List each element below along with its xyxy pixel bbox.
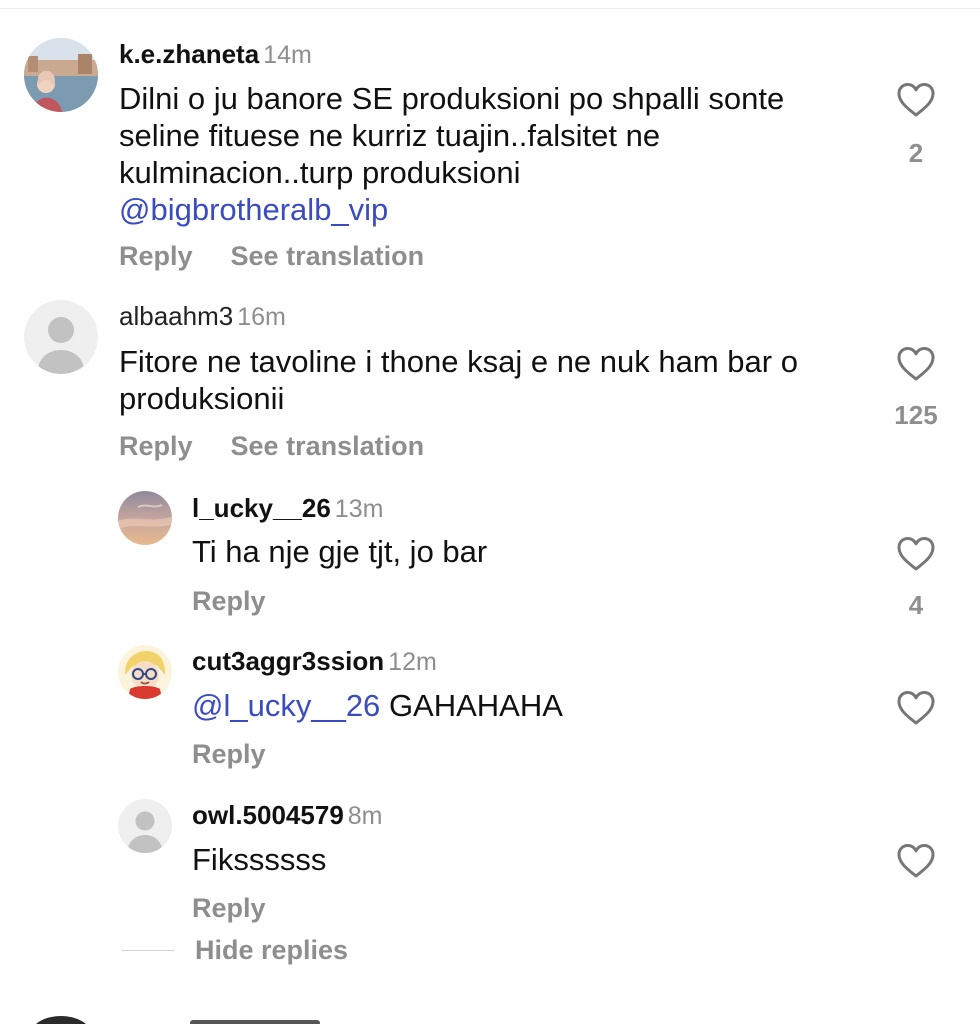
heart-outline-icon	[897, 844, 935, 878]
hide-replies-button[interactable]: Hide replies	[195, 934, 348, 966]
avatar-cartoon-character	[118, 645, 172, 699]
reply-button[interactable]: Reply	[119, 241, 193, 271]
heart-outline-icon	[897, 347, 935, 381]
comment-body: GAHAHAHA	[388, 688, 563, 723]
avatar[interactable]	[118, 491, 172, 545]
username[interactable]: owl.5004579	[192, 800, 344, 830]
timestamp: 12m	[388, 648, 437, 676]
reply-button[interactable]: Reply	[192, 739, 266, 769]
timestamp: 8m	[347, 802, 383, 830]
comment-actions: Reply	[192, 738, 266, 770]
top-divider	[0, 8, 980, 9]
avatar[interactable]	[118, 645, 172, 699]
like-button[interactable]	[896, 346, 936, 382]
reply-button[interactable]: Reply	[192, 893, 266, 923]
comment-meta: cut3aggr3ssion 12m	[192, 645, 437, 678]
comment-meta: owl.5004579 8m	[192, 799, 383, 832]
like-button[interactable]	[896, 843, 936, 879]
mention-link[interactable]: @bigbrotheralb_vip	[119, 191, 859, 228]
username[interactable]: k.e.zhaneta	[119, 39, 259, 69]
timestamp: 13m	[334, 495, 384, 523]
comment-actions: Reply	[192, 892, 266, 924]
username[interactable]: l_ucky__26	[192, 493, 331, 523]
like-button[interactable]	[896, 690, 936, 726]
like-count: 4	[908, 590, 924, 620]
default-avatar-icon	[118, 799, 172, 853]
comment-meta: albaahm3 16m	[119, 300, 286, 333]
avatar[interactable]	[24, 300, 98, 374]
next-comment-partial	[0, 1010, 980, 1024]
avatar-photo-sunset	[118, 491, 172, 545]
comment-actions: Reply See translation	[119, 240, 424, 272]
partial-avatar-and-text	[36, 1016, 320, 1024]
comment-text: Dilni o ju banore SE produksioni po shpa…	[119, 80, 859, 228]
timestamp: 16m	[237, 303, 286, 331]
comment-body: Fikssssss	[192, 842, 327, 877]
username[interactable]: albaahm3	[119, 301, 233, 331]
default-avatar-icon	[24, 300, 98, 374]
hide-replies-divider	[122, 950, 174, 951]
comment-body: Fitore ne tavoline i thone ksaj e ne nuk…	[119, 344, 798, 416]
comment-text: @l_ucky__26 GAHAHAHA	[192, 687, 852, 724]
heart-outline-icon	[897, 691, 935, 725]
like-count: 125	[894, 400, 938, 430]
comment-meta: k.e.zhaneta 14m	[119, 38, 312, 71]
mention-link[interactable]: @l_ucky__26	[192, 688, 380, 723]
reply-button[interactable]: Reply	[192, 586, 266, 616]
reply-button[interactable]: Reply	[119, 431, 193, 461]
see-translation-button[interactable]: See translation	[231, 241, 425, 271]
comment-body: Ti ha nje gje tjt, jo bar	[192, 534, 488, 569]
like-count: 2	[908, 138, 924, 168]
avatar[interactable]	[118, 799, 172, 853]
heart-outline-icon	[897, 537, 935, 571]
comment-actions: Reply See translation	[119, 430, 424, 462]
heart-outline-icon	[897, 83, 935, 117]
avatar[interactable]	[24, 38, 98, 112]
username[interactable]: cut3aggr3ssion	[192, 646, 384, 676]
like-button[interactable]	[896, 82, 936, 118]
like-button[interactable]	[896, 536, 936, 572]
comment-body: Dilni o ju banore SE produksioni po shpa…	[119, 81, 785, 190]
avatar-photo-venice	[24, 38, 98, 112]
timestamp: 14m	[263, 41, 312, 69]
comment-meta: l_ucky__26 13m	[192, 492, 383, 525]
see-translation-button[interactable]: See translation	[231, 431, 425, 461]
comment-actions: Reply	[192, 585, 266, 617]
